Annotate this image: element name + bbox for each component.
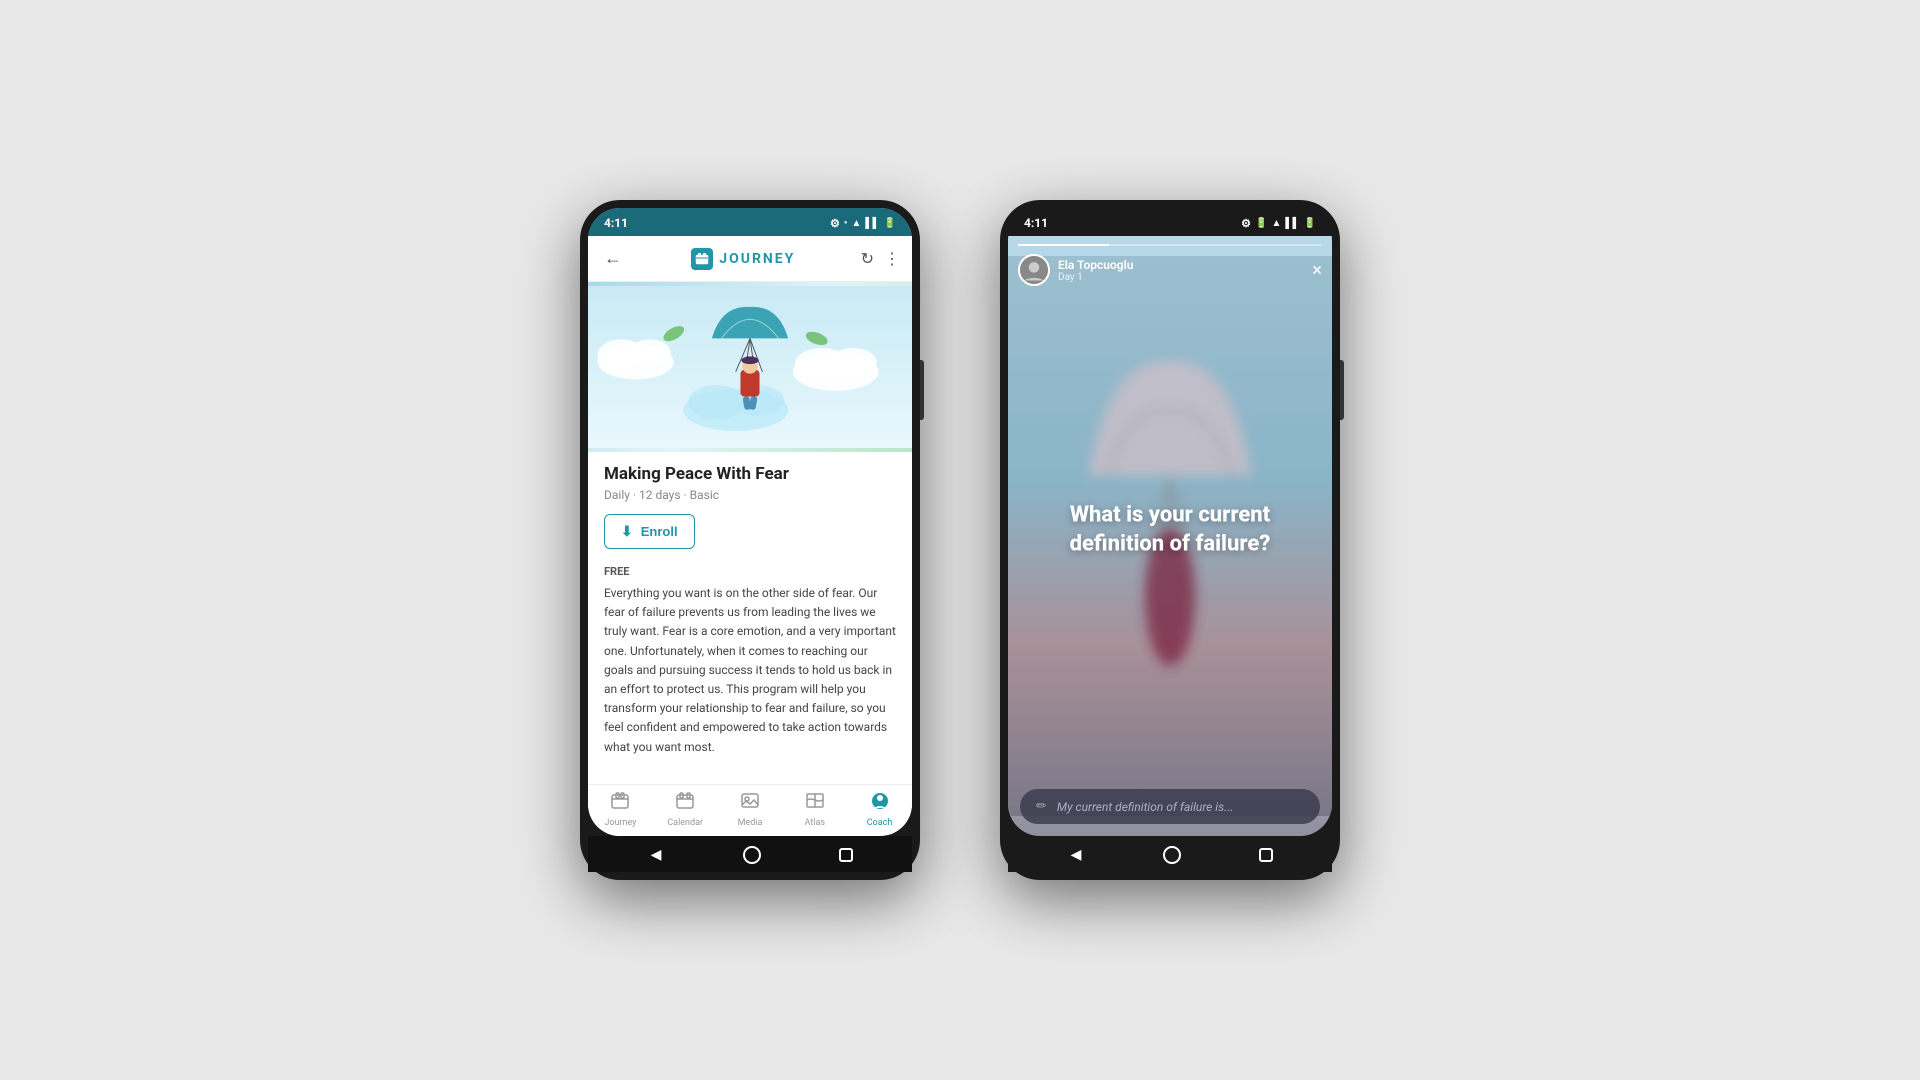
top-nav: ← JOURNEY ↻ ⋮ <box>588 236 912 282</box>
journey-tab-label: Journey <box>604 818 636 828</box>
coach-tab-icon <box>870 791 890 816</box>
story-user-info: Ela Topcuoglu Day 1 <box>1018 254 1133 286</box>
calendar-tab-icon <box>675 791 695 816</box>
status-icons-1: ⚙ • ▲ ▌▌ 🔋 <box>830 217 896 230</box>
phone-1-screen: 4:11 ⚙ • ▲ ▌▌ 🔋 ← <box>588 208 912 836</box>
tab-calendar[interactable]: Calendar <box>653 791 718 828</box>
story-progress-bar <box>1018 244 1322 246</box>
story-area[interactable]: Ela Topcuoglu Day 1 × What is your curre… <box>1008 236 1332 836</box>
story-avatar <box>1018 254 1050 286</box>
recents-nav-button[interactable] <box>839 848 853 862</box>
coach-tab-label: Coach <box>867 818 893 828</box>
tab-journey[interactable]: Journey <box>588 791 653 828</box>
status-icons-2: ⚙ 🔋 ▲ ▌▌ 🔋 <box>1241 217 1316 230</box>
dot-icon: • <box>844 218 848 229</box>
signal-icon-2: ▌▌ <box>1285 218 1299 229</box>
program-title: Making Peace With Fear <box>604 464 896 484</box>
home-nav-button-2[interactable] <box>1163 846 1181 864</box>
download-icon: ⬇ <box>621 523 633 540</box>
status-time-2: 4:11 <box>1024 216 1048 230</box>
status-time-1: 4:11 <box>604 216 628 230</box>
back-button[interactable]: ← <box>600 244 626 273</box>
tab-coach[interactable]: Coach <box>847 791 912 828</box>
back-nav-button-2[interactable]: ◀ <box>1067 846 1085 864</box>
recents-nav-button-2[interactable] <box>1259 848 1273 862</box>
tab-bar: Journey Calendar Media Atlas <box>588 784 912 836</box>
story-top-bar: Ela Topcuoglu Day 1 × <box>1008 236 1332 292</box>
free-label: FREE <box>604 565 896 578</box>
story-user-name: Ela Topcuoglu <box>1058 258 1133 272</box>
media-tab-label: Media <box>738 818 763 828</box>
phone-nav-bar-2: ◀ <box>1008 836 1332 872</box>
wifi-icon-2: ▲ <box>1271 218 1281 229</box>
story-question: What is your current definition of failu… <box>1024 502 1316 559</box>
content-scroll[interactable]: Making Peace With Fear Daily · 12 days ·… <box>588 452 912 784</box>
phone-nav-bar-1: ◀ <box>588 836 912 872</box>
atlas-tab-label: Atlas <box>805 818 825 828</box>
status-bar-1: 4:11 ⚙ • ▲ ▌▌ 🔋 <box>588 208 912 236</box>
tab-media[interactable]: Media <box>718 791 783 828</box>
home-nav-button[interactable] <box>743 846 761 864</box>
phone-1: 4:11 ⚙ • ▲ ▌▌ 🔋 ← <box>580 200 920 880</box>
phone-2: 4:11 ⚙ 🔋 ▲ ▌▌ 🔋 <box>1000 200 1340 880</box>
nav-title-area: JOURNEY <box>626 248 861 270</box>
pencil-icon: ✏ <box>1036 799 1047 814</box>
program-meta: Daily · 12 days · Basic <box>604 488 896 502</box>
phone-2-screen: 4:11 ⚙ 🔋 ▲ ▌▌ 🔋 <box>1008 208 1332 836</box>
signal-icon: ▌▌ <box>865 218 879 229</box>
gear-icon-2: ⚙ <box>1241 217 1251 230</box>
status-bar-2: 4:11 ⚙ 🔋 ▲ ▌▌ 🔋 <box>1008 208 1332 236</box>
app-title: JOURNEY <box>719 251 795 267</box>
wifi-icon: ▲ <box>851 218 861 229</box>
battery-icon-2: 🔋 <box>1255 218 1267 229</box>
journey-logo-icon <box>691 248 713 270</box>
hero-image <box>588 282 912 452</box>
story-input-placeholder: My current definition of failure is... <box>1057 800 1233 814</box>
story-progress-fill <box>1018 244 1109 246</box>
more-button[interactable]: ⋮ <box>884 249 900 268</box>
description-text: Everything you want is on the other side… <box>604 584 896 757</box>
story-user-text: Ela Topcuoglu Day 1 <box>1058 258 1133 283</box>
tab-atlas[interactable]: Atlas <box>782 791 847 828</box>
calendar-tab-label: Calendar <box>667 818 703 828</box>
back-nav-button[interactable]: ◀ <box>647 846 665 864</box>
enroll-label: Enroll <box>641 524 678 539</box>
story-input-area[interactable]: ✏ My current definition of failure is... <box>1020 789 1320 824</box>
gear-icon: ⚙ <box>830 217 840 230</box>
story-user-row: Ela Topcuoglu Day 1 × <box>1018 254 1322 286</box>
refresh-button[interactable]: ↻ <box>861 249 874 268</box>
media-tab-icon <box>740 791 760 816</box>
story-day-label: Day 1 <box>1058 272 1133 283</box>
battery-full-icon: 🔋 <box>1304 218 1316 229</box>
journey-tab-icon <box>610 791 630 816</box>
nav-actions: ↻ ⋮ <box>861 249 900 268</box>
atlas-tab-icon <box>805 791 825 816</box>
enroll-button[interactable]: ⬇ Enroll <box>604 514 695 549</box>
story-close-button[interactable]: × <box>1312 260 1322 281</box>
battery-icon: 🔋 <box>884 218 896 229</box>
